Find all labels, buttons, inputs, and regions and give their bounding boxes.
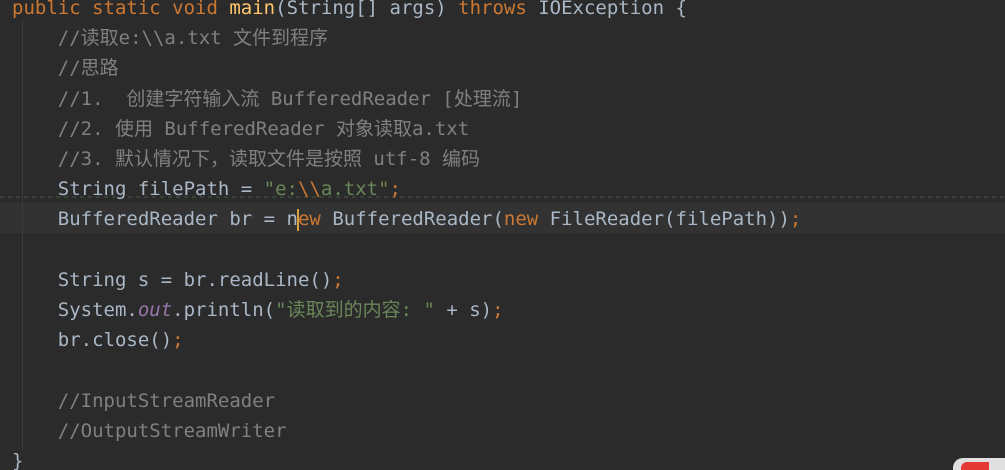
code-line[interactable]: public static void main(String[] args) t…: [0, 0, 1005, 23]
code-line[interactable]: //读取e:\\a.txt 文件到程序: [0, 23, 1005, 53]
code-line[interactable]: [0, 235, 1005, 265]
code-token: //2. 使用 BufferedReader 对象读取a.txt: [12, 117, 470, 140]
code-token: //3. 默认情况下，读取文件是按照 utf-8 编码: [12, 148, 481, 170]
code-line[interactable]: }: [0, 446, 1005, 470]
code-line[interactable]: //思路: [0, 53, 1005, 83]
code-editor[interactable]: public static void main(String[] args) t…: [0, 0, 1005, 470]
code-token: void: [172, 0, 230, 19]
code-token: //OutputStreamWriter: [12, 419, 287, 442]
code-token: BufferedReader br = n: [12, 208, 298, 231]
code-token: \\: [298, 178, 321, 201]
code-line[interactable]: String s = br.readLine();: [0, 265, 1005, 295]
code-token: //1. 创建字符输入流 BufferedReader [处理流]: [12, 87, 523, 110]
code-token: out: [137, 299, 173, 321]
code-line[interactable]: System.out.println("读取到的内容: " + s);: [0, 295, 1005, 325]
code-token: ;: [332, 268, 344, 291]
code-token: "读取到的内容: ": [275, 299, 435, 321]
code-token: FileReader(filePath)): [549, 208, 790, 231]
code-token: ;: [389, 178, 401, 201]
code-token: static: [92, 0, 173, 19]
code-token: ew: [297, 208, 333, 231]
code-token: new: [503, 208, 550, 231]
code-token: BufferedReader(: [332, 208, 504, 231]
code-token: "e:: [263, 178, 298, 201]
code-line[interactable]: //OutputStreamWriter: [0, 416, 1005, 446]
code-line[interactable]: //2. 使用 BufferedReader 对象读取a.txt: [0, 114, 1005, 144]
code-line[interactable]: [0, 355, 1005, 385]
code-token: String filePath =: [12, 178, 264, 201]
code-token: System.: [12, 299, 138, 321]
code-line[interactable]: //InputStreamReader: [0, 386, 1005, 416]
code-token: //InputStreamReader: [12, 389, 276, 412]
code-token: ;: [492, 299, 504, 321]
code-token: a.txt": [320, 178, 390, 201]
notification-icon: [961, 462, 989, 470]
code-token: String s = br.readLine(): [12, 268, 333, 291]
code-line[interactable]: //1. 创建字符输入流 BufferedReader [处理流]: [0, 84, 1005, 114]
code-token: //思路: [12, 57, 119, 80]
code-token: + s): [434, 299, 493, 321]
code-token: IOException {: [538, 0, 687, 19]
code-token: .println(: [172, 299, 276, 321]
code-line[interactable]: BufferedReader br = new BufferedReader(n…: [0, 204, 1005, 234]
code-token: ;: [172, 329, 184, 352]
code-line[interactable]: br.close();: [0, 325, 1005, 355]
code-token: public: [12, 0, 93, 19]
code-token: throws: [458, 0, 539, 19]
floating-widget-icon[interactable]: [953, 458, 1005, 470]
code-token: //读取e:\\a.txt 文件到程序: [12, 27, 329, 50]
code-token: ;: [789, 208, 802, 231]
code-token: (String[] args): [275, 0, 459, 19]
code-line[interactable]: //3. 默认情况下，读取文件是按照 utf-8 编码: [0, 144, 1005, 174]
code-token: br.close(): [12, 329, 173, 352]
code-token: }: [12, 450, 24, 470]
code-token: main: [229, 0, 276, 19]
code-line[interactable]: String filePath = "e:\\a.txt";: [0, 174, 1005, 204]
